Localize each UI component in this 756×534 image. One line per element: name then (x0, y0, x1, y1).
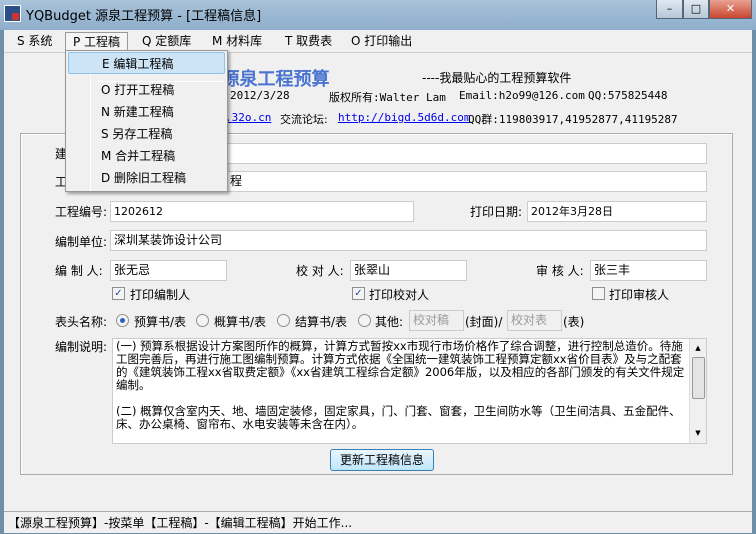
header-name-label: 表头名称: (55, 315, 108, 329)
menu-item-new-project[interactable]: N 新建工程稿 (68, 101, 225, 123)
slogan: ----我最贴心的工程预算软件 (422, 71, 572, 85)
print-checker-checkbox[interactable]: ✓ (352, 287, 365, 300)
print-author-label: 打印编制人 (130, 288, 191, 302)
description-paragraph-1: (一) 预算系根据设计方案图所作的概算，计算方式暂按xx市现行市场价格作了综合调… (116, 339, 685, 392)
print-reviewer-checkbox[interactable] (592, 287, 605, 300)
minimize-button[interactable]: – (656, 0, 683, 19)
menu-materials[interactable]: M 材料库 (205, 32, 269, 52)
close-button[interactable]: ✕ (709, 0, 752, 19)
scroll-up-icon[interactable]: ▲ (690, 342, 706, 355)
radio-other-label: 其他: (375, 315, 404, 329)
description-textarea[interactable]: (一) 预算系根据设计方案图所作的概算，计算方式暂按xx市现行市场价格作了综合调… (112, 338, 707, 444)
project-number-label: 工程编号: (55, 205, 108, 219)
qq: QQ:575825448 (588, 89, 668, 102)
release-date: 2012/3/28 (230, 89, 290, 102)
table-suffix: (表) (563, 315, 585, 329)
copyright: 版权所有:Walter Lam (329, 91, 446, 104)
maximize-button[interactable]: □ (683, 0, 709, 19)
website-link[interactable]: .32o.cn (225, 111, 271, 124)
radio-settlement-label: 结算书/表 (295, 315, 348, 329)
menu-item-delete-old-project[interactable]: D 删除旧工程稿 (68, 167, 225, 189)
radio-estimate[interactable] (196, 314, 209, 327)
forum-label: 交流论坛: (280, 113, 328, 126)
menu-quota[interactable]: Q 定额库 (135, 32, 198, 52)
radio-estimate-label: 概算书/表 (214, 315, 267, 329)
forum-link[interactable]: http://bigd.5d6d.com (338, 111, 470, 124)
menu-print[interactable]: O 打印输出 (344, 32, 419, 52)
app-icon (4, 5, 21, 22)
author-label: 编 制 人: (55, 264, 103, 278)
vertical-scrollbar[interactable]: ▲ ▼ (689, 339, 706, 443)
other-cover-field[interactable]: 校对稿 (409, 310, 464, 331)
menu-project[interactable]: P 工程稿 (65, 32, 129, 52)
radio-settlement[interactable] (277, 314, 290, 327)
status-bar: 【源泉工程预算】-按菜单【工程稿】-【编辑工程稿】开始工作... (4, 511, 752, 533)
radio-other[interactable] (358, 314, 371, 327)
radio-budget[interactable] (116, 314, 129, 327)
window-title: YQBudget 源泉工程预算 - [工程稿信息] (26, 9, 262, 24)
checker-label: 校 对 人: (296, 264, 344, 278)
print-author-checkbox[interactable]: ✓ (112, 287, 125, 300)
email: Email:h2o99@126.com (459, 89, 585, 102)
other-table-field[interactable]: 校对表 (507, 310, 562, 331)
menu-item-edit-project[interactable]: E 编辑工程稿 (68, 52, 225, 74)
unit-field[interactable]: 深圳某装饰设计公司 (110, 230, 707, 251)
author-field[interactable]: 张无忌 (110, 260, 227, 281)
unit-label: 编制单位: (55, 235, 108, 249)
print-date-field[interactable]: 2012年3月28日 (527, 201, 707, 222)
print-reviewer-label: 打印审核人 (609, 288, 670, 302)
description-label: 编制说明: (55, 340, 108, 354)
menu-item-save-as[interactable]: S 另存工程稿 (68, 123, 225, 145)
scroll-down-icon[interactable]: ▼ (690, 427, 706, 440)
print-date-label: 打印日期: (470, 205, 523, 219)
qq-group: QQ群:119803917,41952877,41195287 (468, 113, 678, 126)
update-project-button[interactable]: 更新工程稿信息 (330, 449, 434, 471)
cover-suffix: (封面)/ (465, 315, 503, 329)
menu-fees[interactable]: T 取费表 (278, 32, 339, 52)
description-paragraph-2: (二) 概算仅含室内天、地、墙固定装修，固定家具，门、门套、窗套，卫生间防水等（… (116, 404, 681, 431)
menu-item-open-project[interactable]: O 打开工程稿 (68, 79, 225, 101)
project-number-field[interactable]: 1202612 (110, 201, 414, 222)
scroll-thumb[interactable] (692, 357, 705, 399)
menu-bar: S 系统 P 工程稿 Q 定额库 M 材料库 T 取费表 O 打印输出 (4, 30, 752, 52)
reviewer-field[interactable]: 张三丰 (590, 260, 707, 281)
checker-field[interactable]: 张翠山 (350, 260, 467, 281)
title-bar: YQBudget 源泉工程预算 - [工程稿信息] – □ ✕ (0, 0, 756, 30)
print-checker-label: 打印校对人 (369, 288, 430, 302)
menu-system[interactable]: S 系统 (10, 32, 59, 52)
menu-item-merge-project[interactable]: M 合并工程稿 (68, 145, 225, 167)
radio-budget-label: 预算书/表 (134, 315, 187, 329)
project-dropdown-menu: E 编辑工程稿 O 打开工程稿 N 新建工程稿 S 另存工程稿 M 合并工程稿 … (65, 50, 228, 192)
reviewer-label: 审 核 人: (536, 264, 584, 278)
